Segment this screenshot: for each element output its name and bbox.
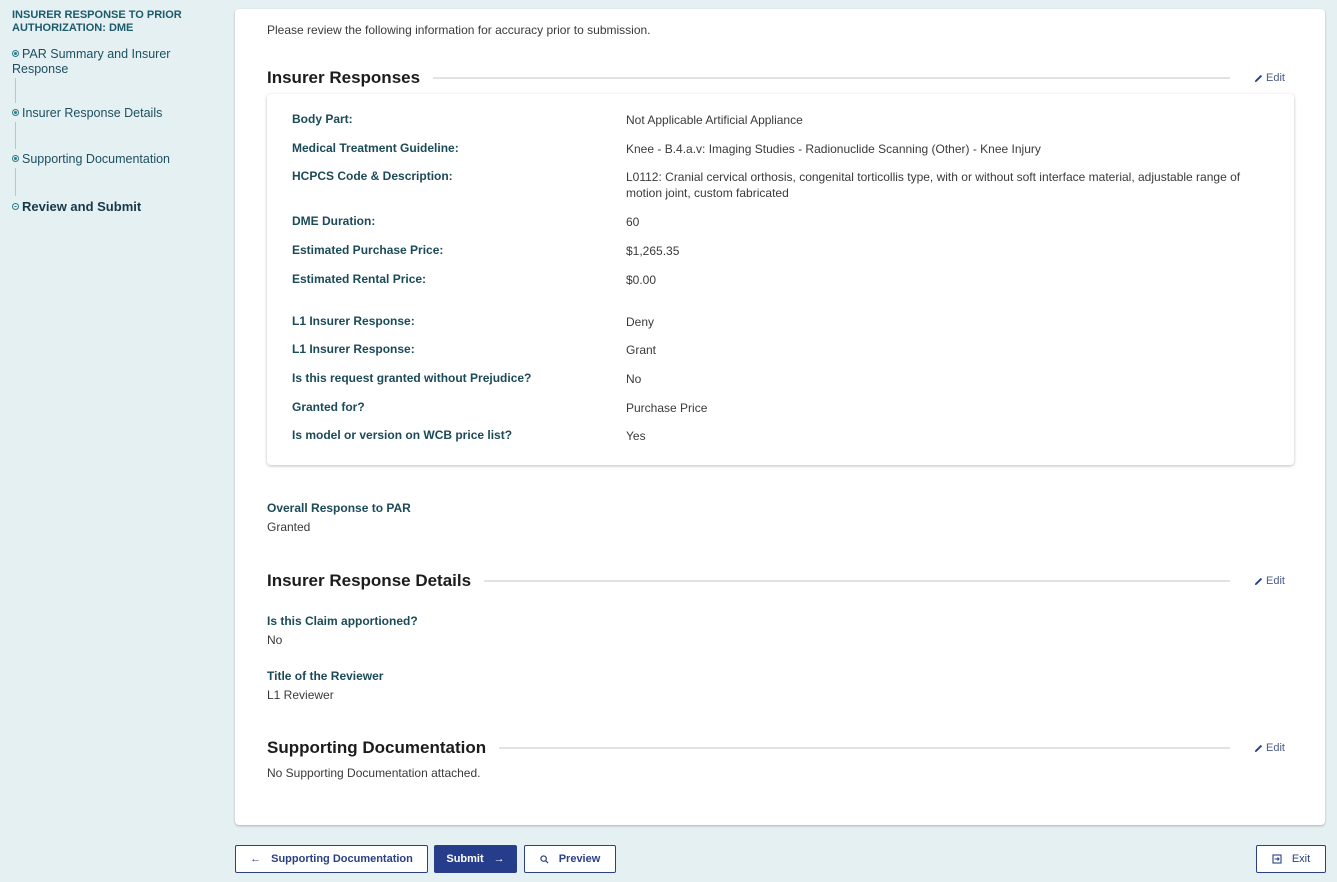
step-label: Review and Submit bbox=[22, 199, 142, 214]
exit-button[interactable]: Exit bbox=[1256, 845, 1326, 873]
section-header-insurer-response-details: Insurer Response Details Edit bbox=[267, 571, 1287, 591]
field-label: Title of the Reviewer bbox=[267, 669, 384, 683]
section-title: Insurer Response Details bbox=[267, 571, 472, 590]
button-label: Preview bbox=[558, 853, 601, 865]
divider bbox=[499, 747, 1230, 749]
row-label: Body Part: bbox=[292, 112, 353, 126]
step-insurer-response-details[interactable]: Insurer Response Details bbox=[12, 106, 222, 121]
row-value: No bbox=[626, 372, 642, 386]
review-card: Please review the following information … bbox=[235, 9, 1325, 825]
field-label: Overall Response to PAR bbox=[267, 501, 411, 515]
step-label: PAR Summary and Insurer Response bbox=[12, 47, 171, 76]
row-label: Estimated Rental Price: bbox=[292, 272, 427, 286]
detail-row: Granted for? Purchase Price bbox=[292, 400, 1264, 416]
step-connector bbox=[15, 78, 16, 103]
row-value: Grant bbox=[626, 343, 657, 357]
step-label: Supporting Documentation bbox=[22, 152, 171, 166]
row-label: Granted for? bbox=[292, 400, 365, 414]
detail-row: L1 Insurer Response: Deny bbox=[292, 314, 1264, 330]
row-value: $0.00 bbox=[626, 273, 657, 287]
pencil-icon bbox=[1254, 74, 1263, 82]
detail-row: Estimated Rental Price: $0.00 bbox=[292, 272, 1264, 288]
intro-text: Please review the following information … bbox=[267, 23, 651, 37]
step-complete-icon bbox=[12, 109, 19, 116]
row-label: L1 Insurer Response: bbox=[292, 342, 415, 356]
step-connector bbox=[15, 168, 16, 196]
row-label: DME Duration: bbox=[292, 214, 376, 228]
reviewer-title-field: Title of the Reviewer L1 Reviewer bbox=[267, 669, 383, 702]
row-value: Purchase Price bbox=[626, 401, 708, 415]
row-value: L0112: Cranial cervical orthosis, congen… bbox=[626, 170, 1241, 200]
search-icon bbox=[540, 854, 549, 864]
claim-apportioned-field: Is this Claim apportioned? No bbox=[267, 614, 418, 647]
row-label: Is this request granted without Prejudic… bbox=[292, 371, 532, 385]
button-label: Exit bbox=[1291, 853, 1311, 865]
field-value: Granted bbox=[267, 520, 311, 534]
arrow-right-icon: → bbox=[493, 853, 505, 865]
step-complete-icon bbox=[12, 155, 19, 162]
pencil-icon bbox=[1254, 744, 1263, 752]
detail-row: HCPCS Code & Description: L0112: Cranial… bbox=[292, 169, 1264, 201]
row-value: $1,265.35 bbox=[626, 244, 680, 258]
field-value: L1 Reviewer bbox=[267, 688, 334, 702]
row-value: Deny bbox=[626, 315, 655, 329]
preview-button[interactable]: Preview bbox=[524, 845, 616, 873]
row-label: Medical Treatment Guideline: bbox=[292, 141, 459, 155]
edit-insurer-response-details-link[interactable]: Edit bbox=[1254, 575, 1287, 587]
row-value: Yes bbox=[626, 429, 646, 443]
row-label: Is model or version on WCB price list? bbox=[292, 428, 513, 442]
row-label: HCPCS Code & Description: bbox=[292, 169, 453, 183]
edit-insurer-responses-link[interactable]: Edit bbox=[1254, 72, 1287, 84]
insurer-responses-panel: Body Part: Not Applicable Artificial App… bbox=[267, 94, 1294, 465]
detail-row: Body Part: Not Applicable Artificial App… bbox=[292, 112, 1264, 128]
row-value: Not Applicable Artificial Appliance bbox=[626, 113, 803, 127]
step-label: Insurer Response Details bbox=[22, 106, 163, 120]
step-current-icon bbox=[12, 203, 19, 210]
submit-button[interactable]: Submit → bbox=[434, 845, 517, 873]
section-title: Supporting Documentation bbox=[267, 738, 487, 757]
detail-row: L1 Insurer Response: Grant bbox=[292, 342, 1264, 358]
edit-label: Edit bbox=[1266, 575, 1285, 587]
step-connector bbox=[15, 122, 16, 149]
section-header-insurer-responses: Insurer Responses Edit bbox=[267, 68, 1287, 88]
edit-supporting-documentation-link[interactable]: Edit bbox=[1254, 742, 1287, 754]
exit-icon bbox=[1272, 854, 1282, 864]
step-review-and-submit[interactable]: Review and Submit bbox=[12, 199, 222, 214]
pencil-icon bbox=[1254, 577, 1263, 585]
button-label: Supporting Documentation bbox=[271, 853, 413, 865]
divider bbox=[484, 580, 1230, 582]
field-label: Is this Claim apportioned? bbox=[267, 614, 418, 628]
arrow-left-icon: ← bbox=[250, 853, 262, 865]
divider bbox=[433, 77, 1230, 79]
edit-label: Edit bbox=[1266, 72, 1285, 84]
detail-row: Medical Treatment Guideline: Knee - B.4.… bbox=[292, 141, 1264, 157]
overall-response-field: Overall Response to PAR Granted bbox=[267, 501, 411, 534]
step-par-summary[interactable]: PAR Summary and Insurer Response bbox=[12, 47, 222, 77]
row-value: 60 bbox=[626, 215, 640, 229]
step-supporting-documentation[interactable]: Supporting Documentation bbox=[12, 152, 222, 167]
row-label: Estimated Purchase Price: bbox=[292, 243, 444, 257]
field-value: No bbox=[267, 633, 283, 647]
detail-row: Is model or version on WCB price list? Y… bbox=[292, 428, 1264, 444]
detail-row: Is this request granted without Prejudic… bbox=[292, 371, 1264, 387]
row-label: L1 Insurer Response: bbox=[292, 314, 415, 328]
section-header-supporting-documentation: Supporting Documentation Edit bbox=[267, 738, 1287, 758]
row-value: Knee - B.4.a.v: Imaging Studies - Radion… bbox=[626, 142, 1041, 156]
section-title: Insurer Responses bbox=[267, 68, 421, 87]
step-list: PAR Summary and Insurer Response Insurer… bbox=[12, 47, 222, 214]
no-documentation-text: No Supporting Documentation attached. bbox=[267, 766, 481, 780]
detail-row: DME Duration: 60 bbox=[292, 214, 1264, 230]
edit-label: Edit bbox=[1266, 742, 1285, 754]
back-supporting-documentation-button[interactable]: ← Supporting Documentation bbox=[235, 845, 428, 873]
sidebar-title: INSURER RESPONSE TO PRIOR AUTHORIZATION:… bbox=[12, 9, 182, 34]
step-complete-icon bbox=[12, 50, 19, 57]
sidebar-stepper: INSURER RESPONSE TO PRIOR AUTHORIZATION:… bbox=[12, 9, 222, 214]
button-label: Submit bbox=[446, 853, 484, 865]
detail-row: Estimated Purchase Price: $1,265.35 bbox=[292, 243, 1264, 259]
